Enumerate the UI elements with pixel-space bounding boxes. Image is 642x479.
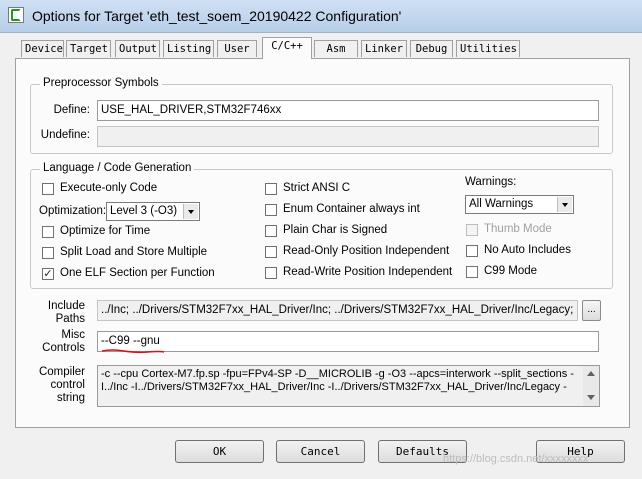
split-load-label: Split Load and Store Multiple: [60, 246, 208, 258]
warnings-select[interactable]: All Warnings: [465, 195, 574, 214]
compiler-line1: -c --cpu Cortex-M7.fp.sp -fpu=FPv4-SP -D…: [101, 368, 574, 380]
red-underline-annotation: [101, 349, 165, 354]
define-input[interactable]: USE_HAL_DRIVER,STM32F746xx: [97, 100, 599, 121]
tab-device[interactable]: Device: [21, 40, 64, 57]
plain-char-checkbox[interactable]: [265, 225, 277, 237]
compiler-label-line3: string: [56, 392, 85, 404]
tab-target[interactable]: Target: [66, 40, 111, 57]
one-elf-label: One ELF Section per Function: [60, 267, 215, 279]
thumb-mode-label: Thumb Mode: [484, 223, 552, 235]
tab-c-cpp[interactable]: C/C++: [262, 37, 312, 59]
compiler-label-line1: Compiler: [38, 366, 85, 378]
include-paths-label: Include Paths: [30, 300, 85, 326]
no-auto-includes-checkbox[interactable]: [466, 245, 478, 257]
tab-asm[interactable]: Asm: [314, 40, 358, 57]
warnings-label: Warnings:: [465, 176, 517, 188]
misc-label-line2: Controls: [42, 342, 85, 354]
scroll-down-arrow-icon[interactable]: [583, 390, 599, 406]
ro-pos-checkbox[interactable]: [265, 246, 277, 258]
one-elf-checkbox[interactable]: ✓: [42, 268, 54, 280]
execute-only-checkbox[interactable]: [42, 183, 54, 195]
tab-linker[interactable]: Linker: [361, 40, 407, 57]
include-paths-input[interactable]: ../Inc; ../Drivers/STM32F7xx_HAL_Driver/…: [97, 300, 578, 321]
misc-controls-input[interactable]: --C99 --gnu: [97, 331, 599, 352]
undefine-label: Undefine:: [40, 129, 90, 141]
optimization-select[interactable]: Level 3 (-O3): [106, 202, 200, 221]
execute-only-label: Execute-only Code: [60, 182, 158, 194]
include-label-line1: Include: [47, 300, 85, 312]
misc-controls-label: Misc Controls: [30, 329, 85, 355]
strict-ansi-checkbox[interactable]: [265, 183, 277, 195]
undefine-input[interactable]: [97, 126, 599, 147]
enum-container-label: Enum Container always int: [283, 203, 420, 215]
ro-pos-label: Read-Only Position Independent: [283, 245, 450, 257]
warnings-value: All Warnings: [469, 198, 534, 210]
chevron-down-icon: [183, 204, 198, 219]
keil-app-icon: [8, 7, 24, 23]
strict-ansi-label: Strict ANSI C: [283, 182, 351, 194]
language-legend: Language / Code Generation: [40, 162, 195, 174]
compiler-control-textarea[interactable]: -c --cpu Cortex-M7.fp.sp -fpu=FPv4-SP -D…: [97, 365, 600, 407]
tab-listing[interactable]: Listing: [163, 40, 214, 57]
thumb-mode-checkbox[interactable]: [466, 224, 478, 236]
preprocessor-legend: Preprocessor Symbols: [40, 77, 162, 89]
c99-mode-checkbox[interactable]: [466, 266, 478, 278]
window-title: Options for Target 'eth_test_soem_201904…: [32, 8, 402, 24]
chevron-down-icon: [557, 197, 572, 212]
split-load-checkbox[interactable]: [42, 247, 54, 259]
tab-user[interactable]: User: [217, 40, 257, 57]
cancel-button[interactable]: Cancel: [276, 440, 365, 463]
tab-output[interactable]: Output: [115, 40, 160, 57]
tab-debug[interactable]: Debug: [410, 40, 453, 57]
include-paths-browse-button[interactable]: ...: [582, 300, 601, 321]
options-dialog: Options for Target 'eth_test_soem_201904…: [0, 0, 642, 479]
optimization-value: Level 3 (-O3): [110, 205, 178, 217]
optimize-time-label: Optimize for Time: [60, 225, 151, 237]
watermark-text: https://blog.csdn.net/xxxxxxxx: [443, 453, 589, 465]
compiler-line2: I../Inc -I../Drivers/STM32F7xx_HAL_Drive…: [101, 381, 567, 393]
enum-container-checkbox[interactable]: [265, 204, 277, 216]
no-auto-includes-label: No Auto Includes: [484, 244, 571, 256]
compiler-label-line2: control: [50, 379, 85, 391]
plain-char-label: Plain Char is Signed: [283, 224, 388, 236]
optimization-label: Optimization:: [39, 205, 107, 217]
ok-button[interactable]: OK: [175, 440, 264, 463]
misc-label-line1: Misc: [61, 329, 85, 341]
define-label: Define:: [53, 104, 90, 116]
compiler-control-label: Compiler control string: [30, 366, 85, 405]
compiler-scrollbar[interactable]: [583, 366, 599, 406]
rw-pos-checkbox[interactable]: [265, 267, 277, 279]
scroll-up-arrow-icon[interactable]: [583, 366, 599, 382]
rw-pos-label: Read-Write Position Independent: [283, 266, 453, 278]
include-label-line2: Paths: [55, 313, 85, 325]
tab-utilities[interactable]: Utilities: [456, 40, 520, 57]
title-bar: Options for Target 'eth_test_soem_201904…: [0, 0, 642, 33]
c99-mode-label: C99 Mode: [484, 265, 538, 277]
optimize-time-checkbox[interactable]: [42, 226, 54, 238]
checkmark-icon: ✓: [43, 268, 53, 280]
